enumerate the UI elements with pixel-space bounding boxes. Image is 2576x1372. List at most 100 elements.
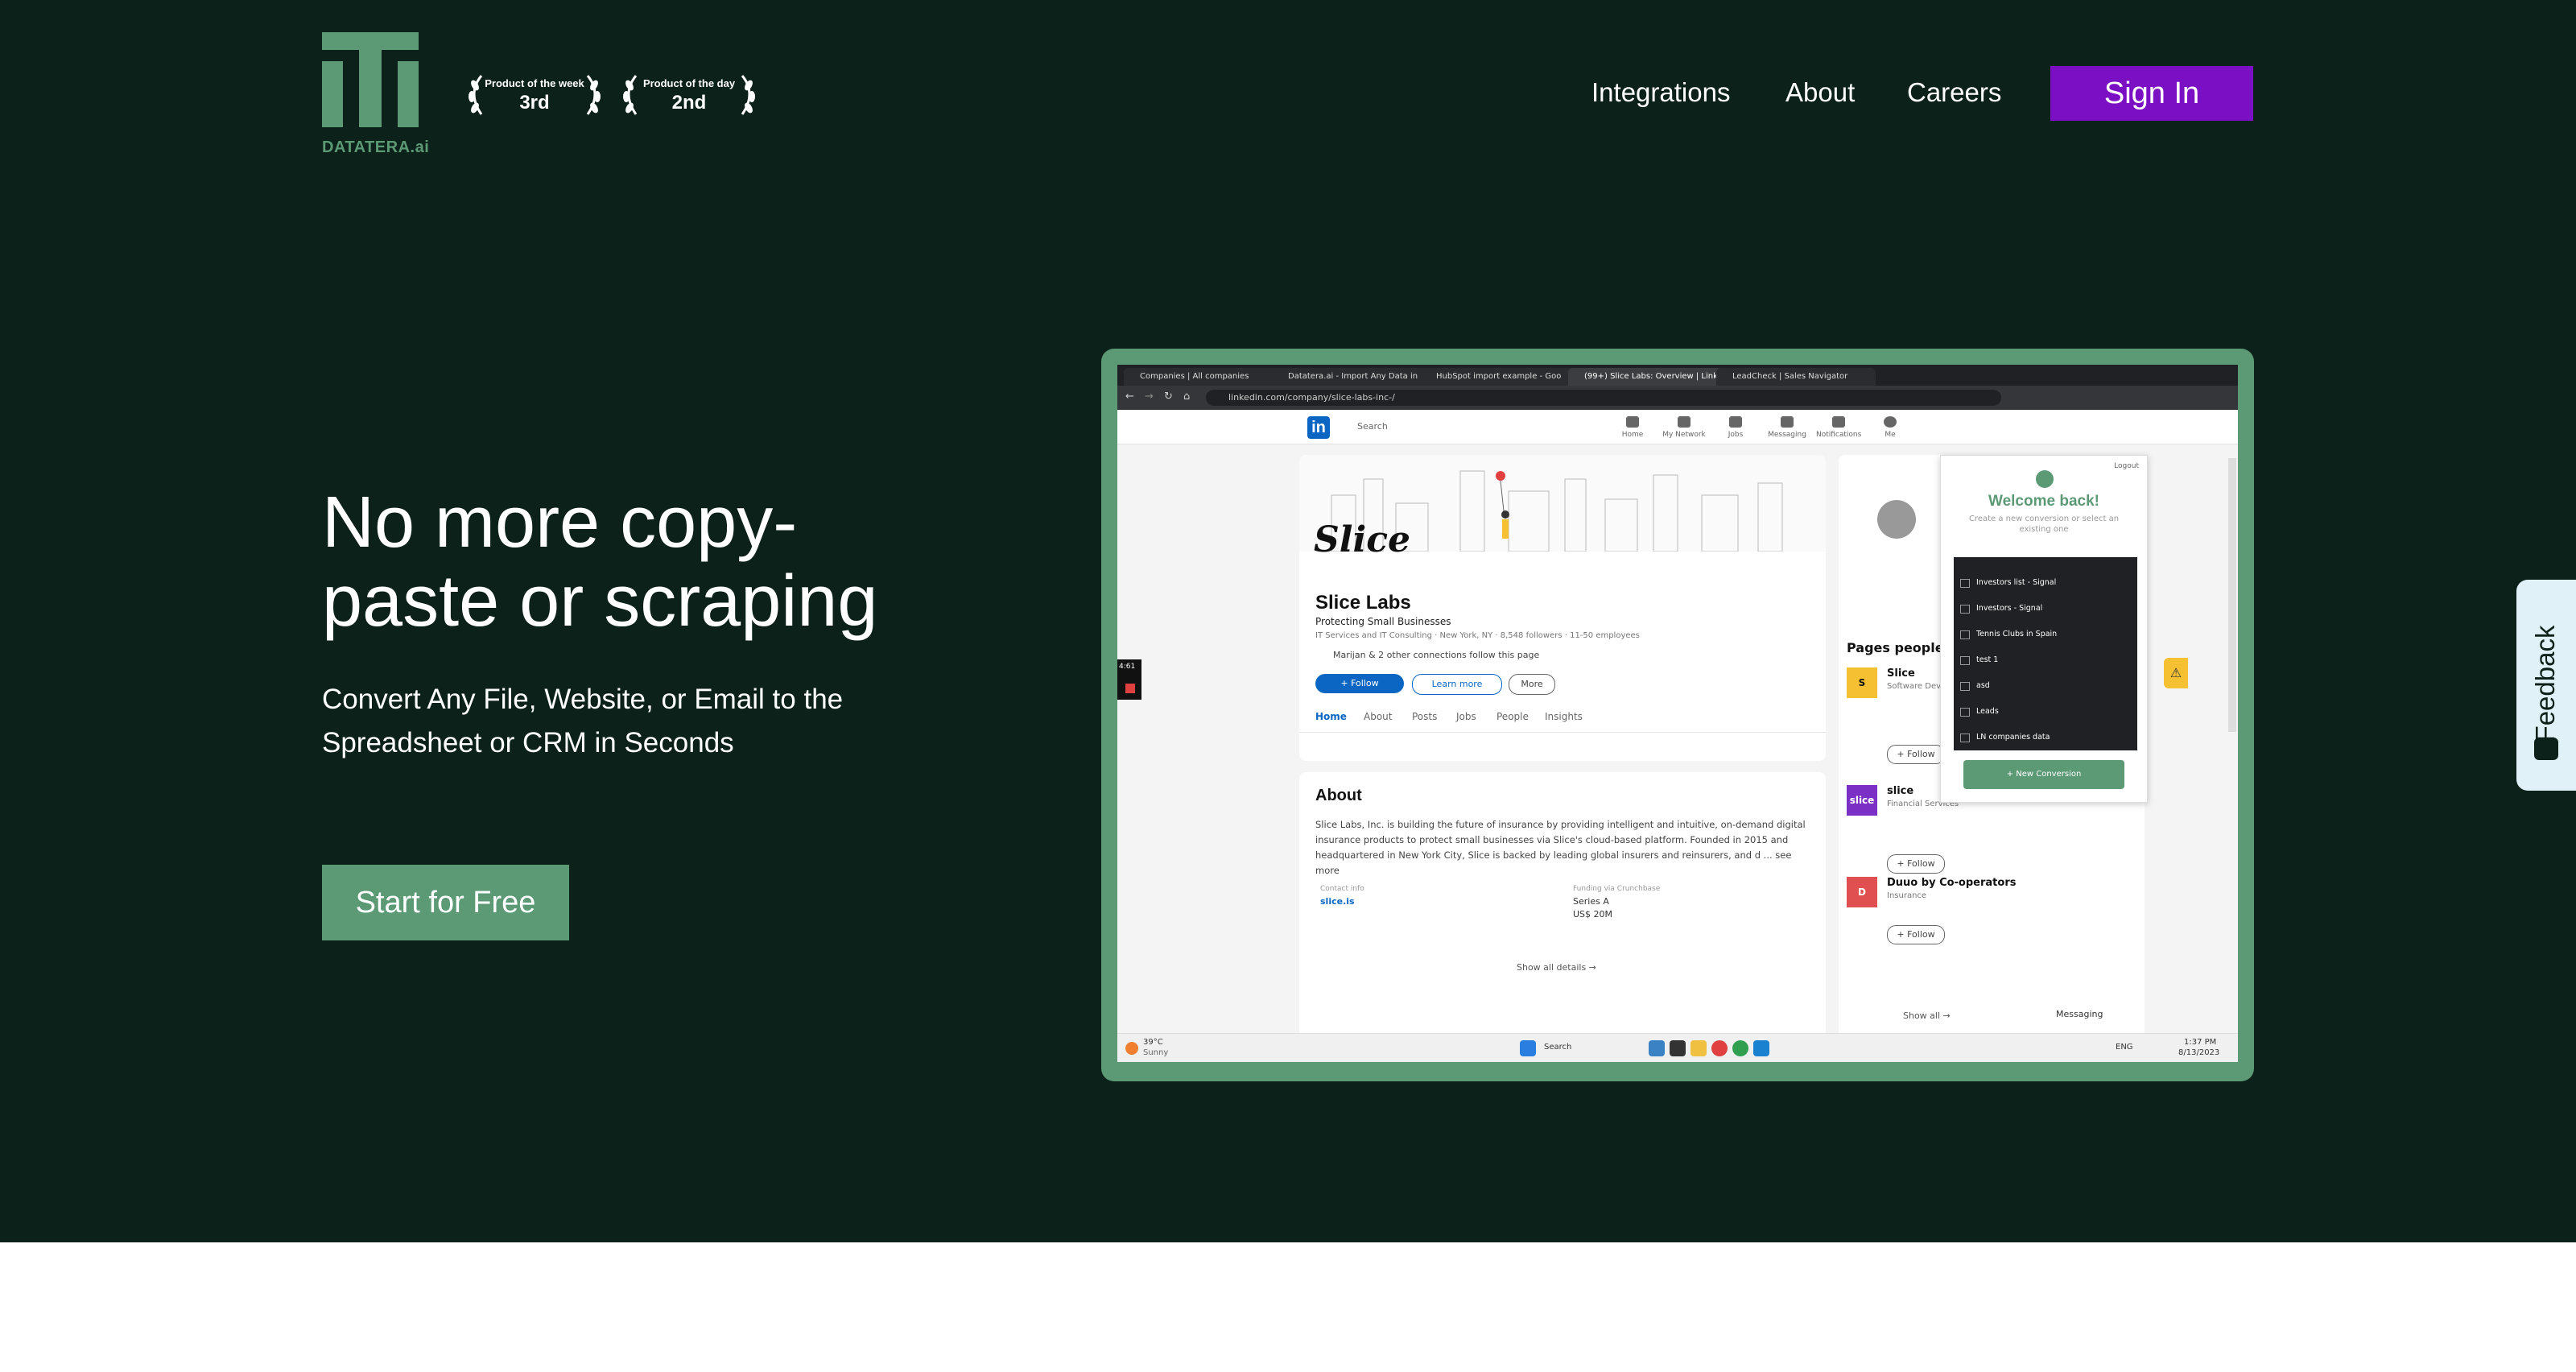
browser-tab-active[interactable]: (99+) Slice Labs: Overview | Link [1568, 368, 1728, 386]
page-scrollbar[interactable] [2228, 458, 2236, 732]
recorder-widget[interactable]: 4:61 [1117, 659, 1141, 700]
logout-link[interactable]: Logout [2114, 462, 2139, 470]
tab-about[interactable]: About [1364, 711, 1392, 722]
recorder-time: 4:61 [1119, 663, 1136, 671]
back-icon[interactable]: ← [1125, 391, 1134, 403]
tab-jobs[interactable]: Jobs [1456, 711, 1476, 722]
follow-button[interactable]: + Follow [1315, 674, 1404, 693]
taskbar-search[interactable]: Search [1544, 1043, 1641, 1052]
pp-sub: Insurance [1887, 891, 1927, 900]
taskbar-app-icon[interactable] [1670, 1040, 1686, 1056]
tab-people[interactable]: People [1496, 711, 1529, 722]
home-icon[interactable]: ⌂ [1183, 391, 1190, 403]
tab-insights[interactable]: Insights [1545, 711, 1583, 722]
pp-follow-button[interactable]: + Follow [1887, 745, 1945, 764]
pp-follow-button[interactable]: + Follow [1887, 854, 1945, 874]
browser-tab[interactable]: Companies | All companies [1124, 368, 1283, 386]
weather-desc: Sunny [1143, 1048, 1169, 1057]
browser-tab[interactable]: Datatera.ai - Import Any Data in [1272, 368, 1431, 386]
company-card: Slice Slice Labs Protecting Small Busine… [1299, 455, 1826, 761]
conversion-item[interactable]: LN companies data [1959, 733, 2050, 742]
record-icon[interactable] [1125, 684, 1135, 693]
nav-careers[interactable]: Careers [1907, 77, 2001, 108]
windows-taskbar: 39°C Sunny Search ENG 1:37 PM 8/13/2023 [1117, 1033, 2238, 1062]
conversion-item[interactable]: Tennis Clubs in Spain [1959, 630, 2057, 639]
hero-section: DATATERA.ai Product of the week 3rd Prod [0, 0, 2576, 1242]
messaging-bar[interactable]: Messaging [2056, 1009, 2103, 1019]
linkedin-header: in Search Home My Network Jobs Messaging… [1117, 410, 2238, 444]
company-tagline: Protecting Small Businesses [1315, 616, 1451, 627]
sign-in-button[interactable]: Sign In [2050, 66, 2253, 121]
connections-text: Marijan & 2 other connections follow thi… [1333, 650, 1540, 660]
funding-amount: US$ 20M [1573, 909, 1613, 919]
taskbar-app-icon[interactable] [1649, 1040, 1665, 1056]
lang-indicator[interactable]: ENG [2116, 1043, 2133, 1052]
weather-icon [1125, 1042, 1138, 1055]
tab-posts[interactable]: Posts [1412, 711, 1437, 722]
feedback-tab[interactable]: Feedback [2516, 580, 2576, 791]
show-all-details-link[interactable]: Show all details → [1517, 962, 1596, 973]
windows-start-icon[interactable] [1520, 1040, 1536, 1056]
linkedin-nav-jobs[interactable]: Jobs [1713, 416, 1758, 439]
contact-label: Contact info [1320, 885, 1364, 893]
demo-screen: Companies | All companies Datatera.ai - … [1117, 365, 2238, 1062]
pp-name: Slice [1887, 667, 1915, 680]
popup-title: Welcome back! [1988, 493, 2099, 510]
demo-video-frame[interactable]: Companies | All companies Datatera.ai - … [1101, 349, 2254, 1081]
pp-name: Duuo by Co-operators [1887, 877, 2017, 889]
nav-integrations[interactable]: Integrations [1591, 77, 1730, 108]
slice-logo: Slice [1314, 519, 1410, 560]
clock-date: 8/13/2023 [2178, 1048, 2220, 1057]
start-for-free-button[interactable]: Start for Free [322, 865, 569, 940]
show-all-link[interactable]: Show all → [1903, 1010, 1951, 1021]
company-meta: IT Services and IT Consulting · New York… [1315, 631, 1640, 640]
company-tabs: Home About Posts Jobs People Insights [1299, 705, 1826, 733]
linkedin-nav-home[interactable]: Home [1610, 416, 1655, 439]
datatera-extension-popup: Logout Welcome back! Create a new conver… [1940, 455, 2148, 803]
conversion-item[interactable]: Leads [1960, 707, 1999, 717]
url-field[interactable]: linkedin.com/company/slice-labs-inc-/ [1206, 390, 2001, 406]
chrome-icon[interactable] [1711, 1040, 1728, 1056]
vscode-icon[interactable] [1753, 1040, 1769, 1056]
linkedin-page: in Search Home My Network Jobs Messaging… [1117, 410, 2238, 1062]
learn-more-button[interactable]: Learn more [1412, 674, 1502, 695]
chrome-icon[interactable] [1732, 1040, 1748, 1056]
linkedin-nav-me[interactable]: Me [1868, 416, 1913, 439]
duuo-logo: D [1847, 877, 1877, 907]
about-text: Slice Labs, Inc. is building the future … [1315, 819, 1806, 876]
browser-tab[interactable]: HubSpot import example - Goo [1420, 368, 1579, 386]
tab-home[interactable]: Home [1315, 711, 1347, 722]
taskbar-app-icon[interactable] [1690, 1040, 1707, 1056]
conversion-item[interactable]: asd [1960, 681, 1990, 691]
feedback-smile-icon [2534, 738, 2558, 760]
slice-company-logo: S [1847, 667, 1877, 698]
new-conversion-button[interactable]: + New Conversion [1963, 760, 2124, 789]
funding-series: Series A [1573, 896, 1609, 907]
conversion-list: Investors list - Signal Investors - Sign… [1954, 557, 2137, 750]
linkedin-logo-icon[interactable]: in [1307, 416, 1330, 439]
forward-icon[interactable]: → [1145, 391, 1154, 403]
linkedin-nav-notifications[interactable]: Notifications [1816, 416, 1861, 439]
popup-subtitle: Create a new conversion or select an exi… [1968, 514, 2120, 534]
linkedin-search[interactable]: Search [1340, 418, 1494, 436]
conversion-item[interactable]: Investors - Signal [1959, 604, 2042, 614]
reload-icon[interactable]: ↻ [1164, 391, 1173, 403]
logo-text: DATATERA.ai [322, 138, 430, 156]
nav-about[interactable]: About [1785, 77, 1855, 108]
more-button[interactable]: More [1509, 674, 1555, 695]
hero-headline: No more copy-paste or scraping [322, 482, 878, 642]
conversion-item[interactable]: Investors list - Signal [1959, 578, 2056, 588]
pp-name: slice [1887, 785, 1914, 797]
linkedin-nav-messaging[interactable]: Messaging [1765, 416, 1810, 439]
avatar [1877, 500, 1916, 539]
company-name: Slice Labs [1315, 592, 1411, 614]
warning-icon[interactable]: ⚠ [2164, 658, 2188, 688]
contact-value[interactable]: slice.is [1320, 896, 1355, 907]
hero-subline: Convert Any File, Website, or Email to t… [322, 684, 844, 758]
weather-temp: 39°C [1143, 1038, 1163, 1047]
pp-follow-button[interactable]: + Follow [1887, 925, 1945, 944]
conversion-item[interactable]: test 1 [1959, 655, 1998, 665]
below-hero-area [0, 1242, 2576, 1372]
browser-tab[interactable]: LeadCheck | Sales Navigator [1716, 368, 1876, 386]
linkedin-nav-network[interactable]: My Network [1662, 416, 1707, 439]
